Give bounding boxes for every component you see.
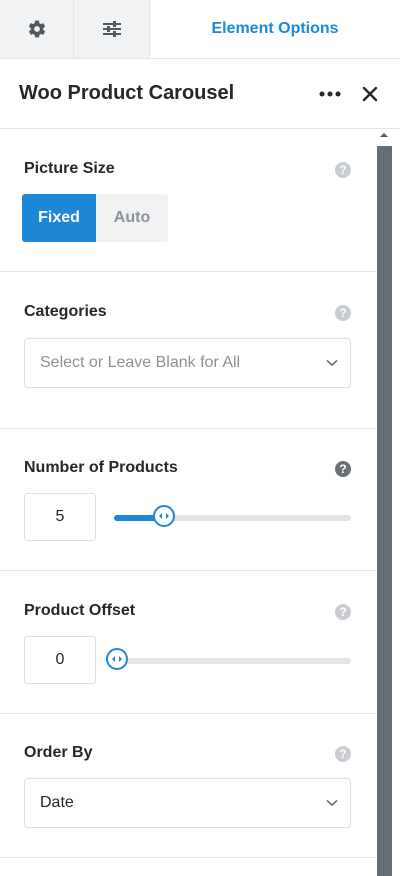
more-horizontal-icon	[319, 91, 341, 96]
order-by-select[interactable]: Date	[24, 778, 351, 828]
picture-size-fixed-button[interactable]: Fixed	[22, 194, 96, 242]
scrollbar-thumb[interactable]	[377, 146, 392, 876]
picture-size-section: Picture Size ? Fixed Auto	[0, 130, 376, 272]
picture-size-auto-button[interactable]: Auto	[96, 194, 168, 242]
tab-general-settings[interactable]	[0, 0, 74, 58]
panel-title: Woo Product Carousel	[19, 82, 235, 104]
panel-tabs: Element Options	[0, 0, 400, 59]
number-of-products-slider[interactable]	[114, 505, 351, 527]
tab-element-options-label: Element Options	[211, 20, 339, 37]
product-offset-section: Product Offset ? 0	[0, 571, 376, 714]
order-by-value: Date	[40, 794, 74, 811]
close-button[interactable]	[350, 74, 390, 114]
categories-placeholder: Select or Leave Blank for All	[40, 354, 241, 371]
scroll-up-arrow-icon[interactable]	[380, 133, 388, 137]
drag-arrows-icon	[158, 513, 169, 519]
number-of-products-section: Number of Products ? 5	[0, 429, 376, 571]
number-of-products-slider-handle[interactable]	[152, 505, 175, 527]
categories-select[interactable]: Select or Leave Blank for All	[24, 338, 351, 388]
sliders-icon	[102, 21, 121, 37]
chevron-down-icon	[314, 799, 350, 807]
gear-icon	[28, 20, 45, 38]
product-offset-slider-handle[interactable]	[106, 648, 128, 670]
panel-header: Woo Product Carousel	[0, 59, 400, 129]
product-offset-help-icon[interactable]: ?	[335, 604, 351, 620]
tab-element-options[interactable]: Element Options	[150, 0, 400, 58]
number-of-products-input[interactable]: 5	[24, 493, 96, 541]
categories-section: Categories ? Select or Leave Blank for A…	[0, 272, 376, 429]
chevron-down-icon	[314, 359, 350, 367]
categories-label: Categories	[24, 303, 107, 320]
product-offset-slider[interactable]	[106, 648, 351, 670]
picture-size-label: Picture Size	[24, 160, 115, 177]
order-by-help-icon[interactable]: ?	[335, 746, 351, 762]
order-by-label: Order By	[24, 744, 93, 761]
number-of-products-help-icon[interactable]: ?	[335, 461, 351, 477]
number-of-products-label: Number of Products	[24, 459, 178, 476]
close-icon	[362, 86, 378, 101]
drag-arrows-icon	[112, 656, 122, 662]
product-offset-input[interactable]: 0	[24, 636, 96, 684]
options-panel: Picture Size ? Fixed Auto Categories ? S…	[0, 130, 376, 876]
order-by-section: Order By ? Date	[0, 714, 376, 858]
categories-help-icon[interactable]: ?	[335, 305, 351, 321]
tab-style-settings[interactable]	[74, 0, 150, 58]
more-options-button[interactable]	[310, 74, 350, 114]
picture-size-help-icon[interactable]: ?	[335, 162, 351, 178]
product-offset-label: Product Offset	[24, 602, 136, 619]
picture-size-toggle: Fixed Auto	[22, 194, 168, 242]
